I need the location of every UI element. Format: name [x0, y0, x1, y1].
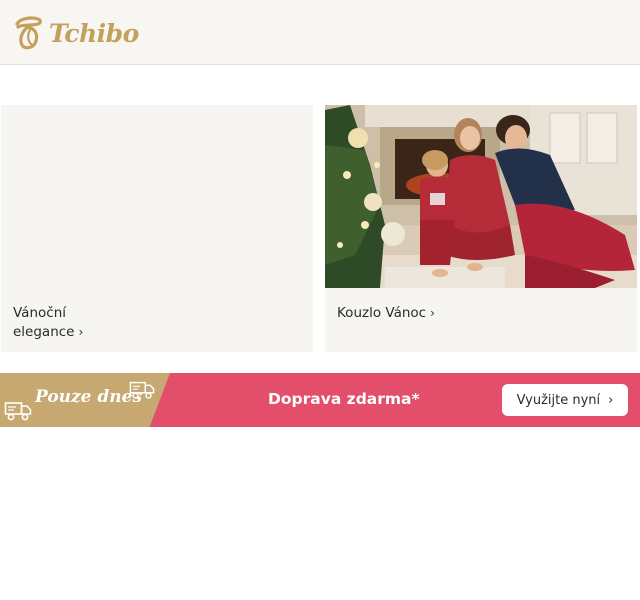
promo-label-line: Kouzlo Vánoc ›: [337, 304, 435, 323]
site-header: Tchibo: [0, 0, 640, 65]
promo-card-christmas-magic[interactable]: Kouzlo Vánoc ›: [325, 105, 637, 352]
promo-link-christmas-magic[interactable]: Kouzlo Vánoc ›: [337, 304, 435, 323]
truck-icon: [4, 402, 32, 421]
family-christmas-photo[interactable]: [325, 105, 637, 288]
use-now-button[interactable]: Využijte nyní ›: [502, 384, 628, 416]
use-now-button-label: Využijte nyní: [516, 392, 601, 408]
promo-label-text: elegance: [13, 324, 75, 340]
brand-logo[interactable]: Tchibo: [14, 13, 139, 53]
chevron-right-icon: ›: [430, 306, 435, 320]
chevron-right-icon: ›: [78, 325, 84, 339]
promo-label-line-1: Vánoční: [13, 305, 67, 321]
free-shipping-banner[interactable]: Pouze dnes Doprava zdarma* Využijte nyní…: [0, 373, 640, 427]
promo-link-elegance[interactable]: Vánoční elegance ›: [13, 304, 83, 342]
family-photo-illustration: [325, 105, 637, 288]
banner-free-shipping-text: Doprava zdarma*: [268, 390, 420, 408]
promo-card-elegance[interactable]: Vánoční elegance ›: [1, 105, 313, 352]
chevron-right-icon: ›: [608, 392, 614, 408]
truck-icon: [129, 381, 155, 399]
promo-label-text: Kouzlo Vánoc: [337, 305, 427, 321]
brand-name: Tchibo: [49, 18, 139, 48]
banner-today-only-label: Pouze dnes: [35, 387, 143, 407]
promo-label-line-2: elegance ›: [13, 323, 83, 342]
coffee-bean-logo-icon: [15, 16, 42, 50]
